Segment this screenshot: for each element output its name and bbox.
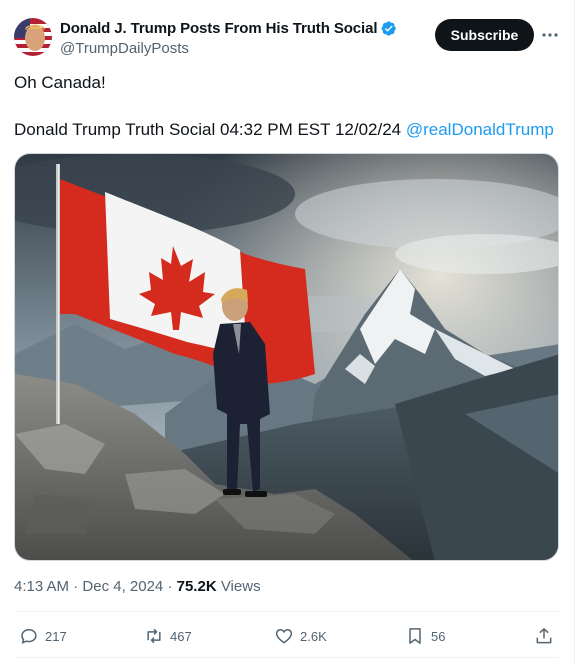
like-button[interactable]: 2.6K xyxy=(274,624,327,648)
bookmark-count: 56 xyxy=(431,628,446,644)
more-horizontal-icon[interactable] xyxy=(539,22,561,48)
repost-icon xyxy=(147,628,161,644)
post-meta: 4:13 AM · Dec 4, 2024 · 75.2K Views xyxy=(14,578,261,595)
bookmark-icon xyxy=(409,628,421,644)
views-count: 75.2K xyxy=(176,578,217,595)
handle[interactable]: @TrumpDailyPosts xyxy=(60,39,420,59)
divider xyxy=(14,657,559,658)
post-date[interactable]: Dec 4, 2024 xyxy=(82,578,163,595)
like-count: 2.6K xyxy=(300,628,327,644)
mention-link[interactable]: @realDonaldTrump xyxy=(406,120,554,139)
views-label: Views xyxy=(220,578,261,595)
account-names: Donald J. Trump Posts From His Truth Soc… xyxy=(60,18,420,59)
repost-button[interactable]: 467 xyxy=(144,624,192,648)
column-border xyxy=(574,0,582,665)
share-button[interactable] xyxy=(534,624,554,648)
bookmark-button[interactable]: 56 xyxy=(405,624,445,648)
post-text-line2: Donald Trump Truth Social 04:32 PM EST 1… xyxy=(14,119,554,141)
post-image[interactable] xyxy=(14,153,559,561)
verified-badge-icon xyxy=(381,20,397,36)
post-text-body: Donald Trump Truth Social 04:32 PM EST 1… xyxy=(14,120,402,139)
reply-count: 217 xyxy=(45,628,67,644)
post-header: Donald J. Trump Posts From His Truth Soc… xyxy=(14,14,560,62)
subscribe-button[interactable]: Subscribe xyxy=(435,19,534,51)
heart-icon xyxy=(275,628,293,644)
tweet: Donald J. Trump Posts From His Truth Soc… xyxy=(0,0,582,665)
post-time[interactable]: 4:13 AM xyxy=(14,578,69,595)
post-text-line1: Oh Canada! xyxy=(14,73,106,92)
reply-icon xyxy=(21,628,37,644)
divider xyxy=(14,611,559,612)
share-icon xyxy=(536,628,552,644)
repost-count: 467 xyxy=(170,628,192,644)
display-name[interactable]: Donald J. Trump Posts From His Truth Soc… xyxy=(60,20,378,37)
action-bar: 217 467 2.6K 56 xyxy=(14,622,559,650)
avatar[interactable] xyxy=(14,18,52,56)
reply-button[interactable]: 217 xyxy=(19,624,67,648)
